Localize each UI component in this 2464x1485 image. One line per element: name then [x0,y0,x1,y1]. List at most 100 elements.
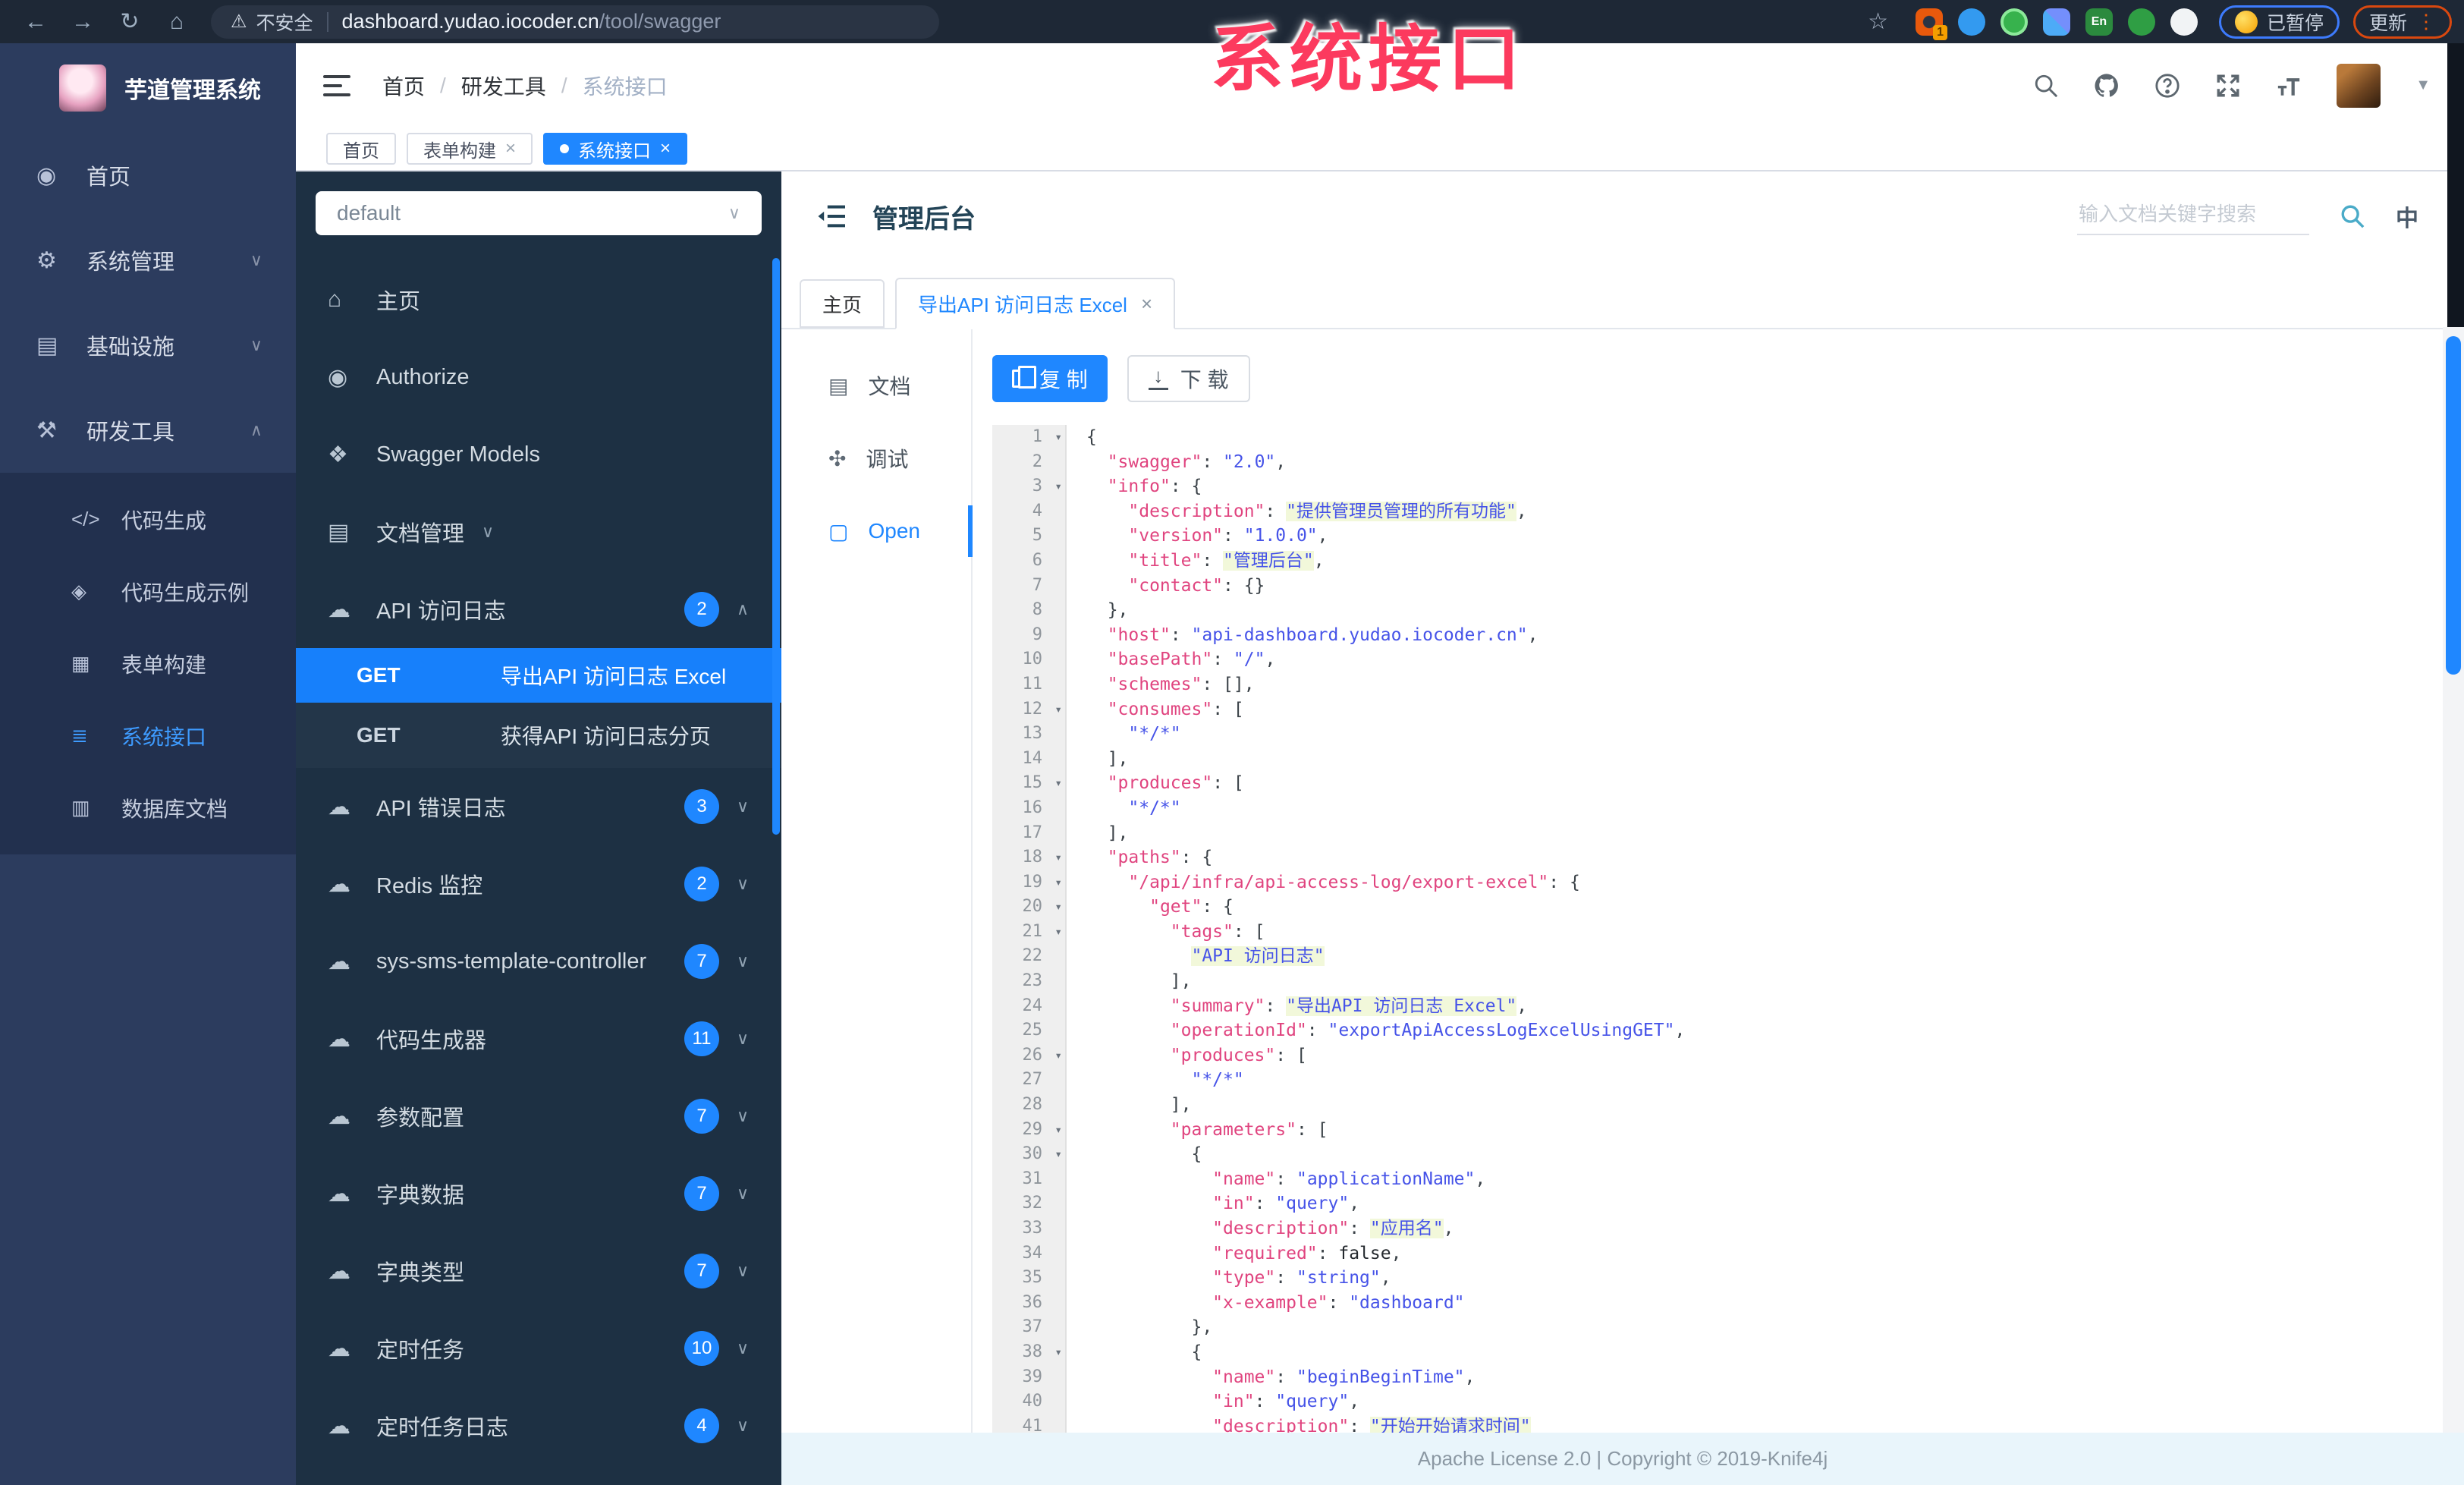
code-token: "in" [1212,1392,1255,1412]
code-line: }, [1086,598,2443,623]
update-button[interactable]: 更新 ⋮ [2352,5,2452,39]
operation-count-badge: 10 [684,1331,719,1366]
swagger-nav-12[interactable]: ☁ 定时任务 10 ∨ [296,1310,781,1387]
help-icon[interactable] [2154,73,2180,99]
api-operation-1[interactable]: GET 获得API 访问日志分页 [296,703,781,768]
doc-search-input[interactable] [2077,197,2309,235]
extension-icon[interactable]: 1 [1915,8,1947,40]
collapse-sidebar-icon[interactable] [323,74,350,96]
language-toggle[interactable]: 中 [2396,200,2418,233]
code-token: "parameters" [1170,1119,1296,1140]
code-token: : { [1202,897,1234,917]
code-token: "basePath" [1107,650,1213,670]
code-token: "tags" [1170,921,1234,942]
cloud-icon: ☁ [328,871,350,897]
swagger-nav-2[interactable]: ❖ Swagger Models [296,416,781,493]
page-scrollbar-track[interactable] [2443,327,2464,1433]
extension-icon[interactable] [1957,8,1985,36]
bookmark-star-icon[interactable]: ☆ [1868,8,1888,35]
line-number: 41 [1022,1416,1043,1433]
sidebar-scrollbar[interactable] [772,258,780,835]
tab-0[interactable]: 主页 [800,279,885,328]
home-icon[interactable]: ⌂ [153,9,200,35]
tab-1[interactable]: 导出API 访问日志 Excel × [895,278,1176,329]
doc-nav-2[interactable]: ▢ Open [781,495,973,568]
swagger-nav-11[interactable]: ☁ 字典类型 7 ∨ [296,1232,781,1310]
swagger-nav-label: sys-sms-template-controller [376,949,647,974]
extension-icon[interactable] [2000,8,2028,36]
code-lines: { "swagger": "2.0", "info": { "descripti… [1067,425,2443,1433]
app-logo-row[interactable]: 芋道管理系统 [0,43,296,133]
code-token: "version" [1128,526,1224,546]
swagger-nav-0[interactable]: ⌂ 主页 [296,261,781,338]
tag-1[interactable]: 表单构建 × [407,133,533,165]
swagger-nav-1[interactable]: ◉ Authorize [296,338,781,416]
api-operation-0[interactable]: GET 导出API 访问日志 Excel [296,648,781,703]
user-avatar[interactable] [2337,63,2381,108]
swagger-nav-3[interactable]: ▤ 文档管理 ∨ [296,493,781,571]
address-bar[interactable]: ⚠ 不安全 dashboard.yudao.iocoder.cn /tool/s… [211,5,939,39]
download-button[interactable]: ↓ 下 载 [1127,355,1250,402]
paused-extension-button[interactable]: 已暂停 [2218,5,2340,39]
sidebar-item-1[interactable]: ⚙ 系统管理 ∨ [0,218,296,303]
code-token: "string" [1296,1268,1381,1288]
json-code-viewer[interactable]: 1 ▾ 2 3 ▾ 4 5 6 7 8 9 10 11 12 ▾ 13 14 15 ▾ 16 17 18 ▾ 19 ▾ 20 ▾ 21… [992,425,2443,1433]
copy-button[interactable]: 复 制 [992,355,1108,402]
breadcrumb-item: 研发工具 [460,74,546,99]
extension-icon[interactable] [2170,8,2198,36]
sidebar-item-2[interactable]: ▤ 基础设施 ∨ [0,303,296,388]
reload-icon[interactable]: ↻ [106,8,153,35]
forward-icon[interactable]: → [59,9,106,35]
tag-2[interactable]: 系统接口 × [543,133,688,165]
doc-nav-0[interactable]: ▤ 文档 [781,349,971,422]
swagger-nav-9[interactable]: ☁ 参数配置 7 ∨ [296,1078,781,1155]
page-scrollbar-thumb[interactable] [2446,336,2461,675]
code-token: : [1265,996,1287,1016]
code-token: , [1349,1194,1360,1214]
fold-arrow-icon: ▾ [1054,923,1062,939]
operation-count-badge: 7 [684,1176,719,1211]
line-number: 33 [1022,1219,1043,1238]
code-token: "管理后台" [1223,550,1314,571]
tag-0[interactable]: 首页 [326,133,396,165]
api-group-select[interactable]: default ∨ [316,191,762,235]
extension-icon[interactable] [2042,8,2070,36]
code-token: : [1254,1392,1276,1412]
swagger-nav-7[interactable]: ☁ sys-sms-template-controller 7 ∨ [296,923,781,1000]
swagger-nav-13[interactable]: ☁ 定时任务日志 4 ∨ [296,1387,781,1465]
font-size-icon[interactable] [2276,73,2302,99]
swagger-nav-10[interactable]: ☁ 字典数据 7 ∨ [296,1155,781,1232]
cloud-icon: ☁ [328,794,350,820]
swagger-nav-5[interactable]: ☁ API 错误日志 3 ∨ [296,768,781,845]
sidebar-subitem-1[interactable]: ◈ 代码生成示例 [0,555,296,628]
fold-arrow-icon: ▾ [1054,776,1062,791]
fullscreen-icon[interactable] [2215,73,2241,99]
back-icon[interactable]: ← [12,9,59,35]
sidebar-subitem-3[interactable]: ≣ 系统接口 [0,700,296,772]
line-number: 23 [1022,971,1043,991]
search-icon[interactable] [2033,73,2059,99]
search-icon[interactable] [2340,203,2365,229]
swagger-nav-14[interactable]: ☁岗位∨ [296,1465,781,1485]
swagger-nav-6[interactable]: ☁ Redis 监控 2 ∨ [296,845,781,923]
sidebar-subitem-0[interactable]: </> 代码生成 [0,483,296,555]
extension-en-icon[interactable]: En [2085,8,2113,36]
sidebar-item-label: 系统管理 [86,250,175,275]
line-number: 6 [1032,550,1042,570]
extension-icon[interactable] [2127,8,2155,36]
code-token: , [1349,1392,1360,1412]
doc-nav-1[interactable]: ✣ 调试 [781,422,971,495]
sidebar-item-0[interactable]: ◉ 首页 [0,133,296,218]
sidebar-item-3[interactable]: ⚒ 研发工具 ∧ [0,388,296,473]
chevron-down-icon[interactable]: ▼ [2415,77,2431,94]
sidebar-subitem-4[interactable]: ▥ 数据库文档 [0,772,296,844]
swagger-nav-8[interactable]: ☁ 代码生成器 11 ∨ [296,1000,781,1078]
chevron-down-icon: ∨ [736,1339,750,1358]
code-token: , [1380,1268,1391,1288]
sidebar-subitem-2[interactable]: ▦ 表单构建 [0,628,296,700]
collapse-menu-icon[interactable] [818,203,847,229]
line-number: 32 [1022,1194,1043,1213]
github-icon[interactable] [2094,73,2120,99]
swagger-nav-4[interactable]: ☁ API 访问日志 2 ∧ [296,571,781,648]
